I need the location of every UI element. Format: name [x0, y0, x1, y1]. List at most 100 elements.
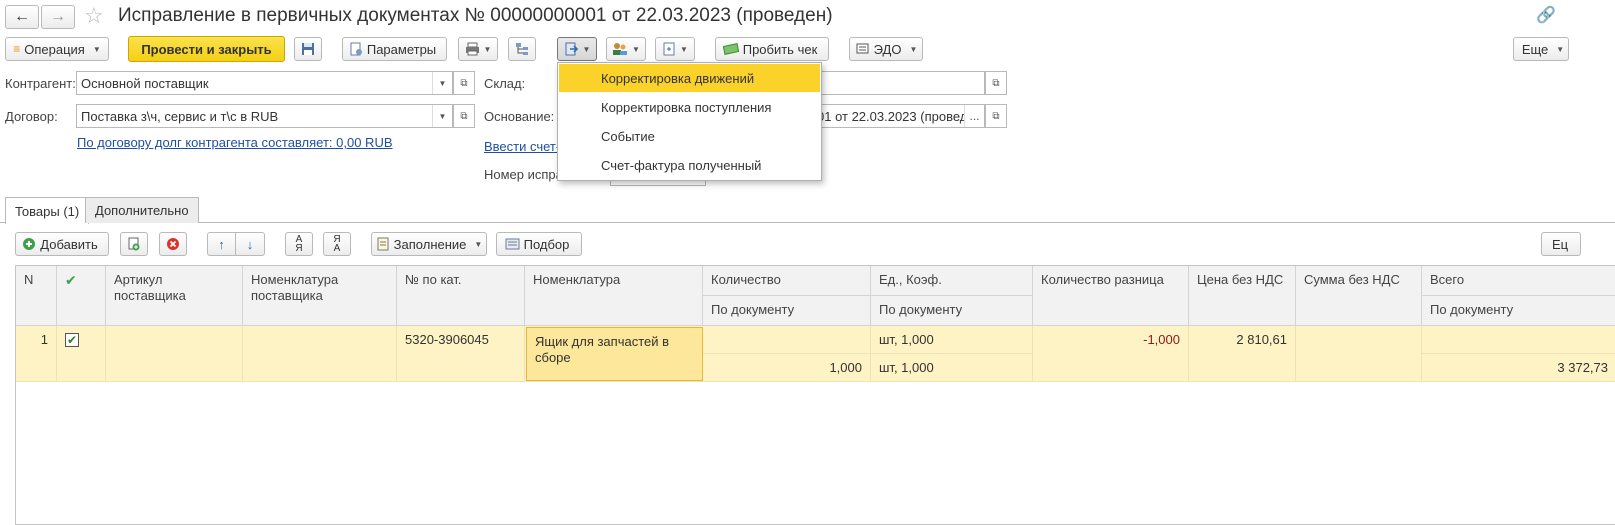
copy-icon — [128, 237, 140, 251]
menu-item-event[interactable]: Событие — [559, 122, 820, 150]
cell-total-doc[interactable]: 3 372,73 — [1422, 354, 1615, 382]
col-header-quantity-doc[interactable]: По документу — [703, 296, 871, 326]
operation-button[interactable]: ≡ Операция ▼ — [5, 37, 109, 61]
warehouse-label: Склад: — [484, 76, 526, 91]
table-more-button[interactable]: Ец — [1541, 232, 1581, 256]
tab-label: Дополнительно — [95, 203, 189, 218]
cell-quantity-doc[interactable]: 1,000 — [703, 354, 871, 382]
cell-sum[interactable] — [1296, 326, 1422, 382]
cell-n: 1 — [16, 326, 57, 382]
users-button[interactable]: ▼ — [606, 37, 646, 61]
print-receipt-button[interactable]: Пробить чек — [715, 37, 829, 61]
debt-link[interactable]: По договору долг контрагента составляет:… — [77, 135, 393, 150]
arrow-right-icon: → — [50, 8, 66, 25]
plus-circle-icon — [23, 238, 36, 250]
menu-item-receipt-correction[interactable]: Корректировка поступления — [559, 93, 820, 121]
attachments-button[interactable]: ▼ — [655, 37, 695, 61]
col-header-total[interactable]: Всего — [1422, 266, 1615, 296]
add-row-button[interactable]: Добавить — [15, 232, 109, 256]
more-button[interactable]: Еще ▼ — [1513, 37, 1569, 61]
col-header-price[interactable]: Цена без НДС — [1189, 266, 1296, 326]
chevron-down-icon[interactable]: ▼ — [432, 72, 452, 94]
checkbox-checked-icon[interactable]: ✔ — [65, 333, 79, 347]
copy-row-button[interactable] — [120, 232, 148, 256]
edo-button[interactable]: ЭДО ▼ — [849, 37, 923, 61]
forward-button[interactable]: → — [41, 5, 75, 29]
col-header-sum[interactable]: Сумма без НДС — [1296, 266, 1422, 326]
arrow-up-icon: ↑ — [218, 236, 225, 252]
print-button[interactable]: ▼ — [458, 37, 498, 61]
sort-ascending-icon: АЯ — [295, 234, 303, 254]
col-header-check[interactable]: ✔ — [57, 266, 106, 326]
back-button[interactable]: ← — [5, 5, 39, 29]
post-and-close-label: Провести и закрыть — [141, 41, 272, 57]
col-header-nomenclature[interactable]: Номенклатура — [525, 266, 703, 326]
tab-additional[interactable]: Дополнительно — [85, 197, 199, 223]
cell-nomenclature[interactable]: Ящик для запчастей в сборе — [526, 327, 703, 381]
move-down-button[interactable]: ↓ — [235, 232, 265, 256]
cell-catalog-no[interactable]: 5320-3906045 — [397, 326, 525, 382]
cell-unit[interactable]: шт, 1,000 — [871, 326, 1033, 354]
chevron-down-icon[interactable]: ▼ — [432, 105, 452, 127]
move-up-button[interactable]: ↑ — [207, 232, 235, 256]
create-invoice-link[interactable]: Ввести счет- — [484, 139, 560, 154]
col-header-article[interactable]: Артикул поставщика — [106, 266, 243, 326]
cell-quantity[interactable] — [703, 326, 871, 354]
arrow-down-icon: ↓ — [246, 236, 254, 252]
col-header-quantity-diff[interactable]: Количество разница — [1033, 266, 1189, 326]
open-link-icon: ⧉ — [460, 77, 468, 89]
sort-asc-button[interactable]: АЯ — [285, 232, 313, 256]
delete-row-button[interactable] — [159, 232, 187, 256]
favorite-star-icon[interactable]: ☆ — [84, 3, 104, 29]
col-header-unit-doc[interactable]: По документу — [871, 296, 1033, 326]
pick-list-icon — [505, 238, 520, 250]
warehouse-field[interactable] — [815, 71, 985, 95]
menu-item-movements-correction[interactable]: Корректировка движений — [559, 64, 820, 92]
parameters-button[interactable]: Параметры — [342, 37, 447, 61]
structure-button[interactable] — [508, 37, 536, 61]
menu-item-invoice-received[interactable]: Счет-фактура полученный — [559, 151, 820, 179]
cell-check[interactable]: ✔ — [57, 326, 106, 382]
table-more-label: Ец — [1552, 236, 1569, 252]
counterparty-value: Основной поставщик — [81, 75, 209, 91]
basis-open-button[interactable]: ⧉ — [985, 104, 1007, 128]
cell-total[interactable] — [1422, 326, 1615, 354]
sort-desc-button[interactable]: ЯА — [323, 232, 351, 256]
link-icon[interactable]: 🔗 — [1536, 5, 1556, 25]
create-based-on-button[interactable]: ▼ — [557, 37, 597, 61]
contract-open-button[interactable]: ⧉ — [453, 104, 475, 128]
basis-field[interactable]: 01 от 22.03.2023 (провед ... — [815, 104, 985, 128]
chevron-down-icon: ▼ — [582, 44, 591, 54]
post-and-close-button[interactable]: Провести и закрыть — [128, 36, 285, 62]
col-header-unit[interactable]: Ед., Коэф. — [871, 266, 1033, 296]
warehouse-open-button[interactable]: ⧉ — [985, 71, 1007, 95]
cell-price[interactable]: 2 810,61 — [1189, 326, 1296, 382]
contract-field[interactable]: Поставка з\ч, сервис и т\с в RUB ▼ — [76, 104, 453, 128]
basis-select-button[interactable]: ... — [964, 105, 984, 127]
fill-label: Заполнение — [393, 236, 467, 252]
col-header-catalog-no[interactable]: № по кат. — [397, 266, 525, 326]
create-document-icon — [565, 42, 578, 56]
col-header-quantity[interactable]: Количество — [703, 266, 871, 296]
col-header-n[interactable]: N — [16, 266, 57, 326]
cell-quantity-diff[interactable]: -1,000 — [1033, 326, 1189, 382]
cell-supplier-nomenclature[interactable] — [243, 326, 397, 382]
add-row-label: Добавить — [40, 236, 98, 252]
counterparty-field[interactable]: Основной поставщик ▼ — [76, 71, 453, 95]
pick-button[interactable]: Подбор — [496, 232, 582, 256]
col-header-supplier-nomenclature[interactable]: Номенклатура поставщика — [243, 266, 397, 326]
col-header-total-doc[interactable]: По документу — [1422, 296, 1615, 326]
tab-goods[interactable]: Товары (1) — [5, 197, 90, 224]
cell-unit-doc[interactable]: шт, 1,000 — [871, 354, 1033, 382]
chevron-down-icon: ▼ — [1556, 44, 1565, 54]
delete-icon — [167, 238, 179, 250]
chevron-down-icon: ▼ — [909, 44, 918, 54]
counterparty-open-button[interactable]: ⧉ — [453, 71, 475, 95]
fill-button[interactable]: Заполнение ▼ — [371, 232, 487, 256]
menu-item-label: Корректировка движений — [601, 70, 755, 86]
save-button[interactable] — [294, 37, 322, 61]
menu-item-label: Корректировка поступления — [601, 99, 772, 115]
cell-article[interactable] — [106, 326, 243, 382]
table-row[interactable]: 1 ✔ 5320-3906045 Ящик для запчастей в сб… — [16, 326, 1615, 382]
goods-table: N ✔ Артикул поставщика Номенклатура пост… — [15, 265, 1615, 525]
